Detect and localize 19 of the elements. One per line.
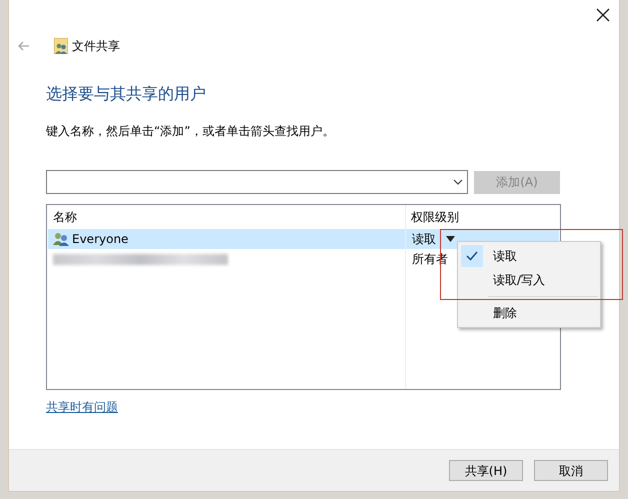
instruction-text: 键入名称，然后单击“添加”，或者单击箭头查找用户。 bbox=[46, 123, 336, 140]
users-icon bbox=[54, 38, 68, 54]
users-icon bbox=[53, 232, 69, 246]
dropdown-arrow-icon[interactable] bbox=[446, 236, 455, 242]
user-name: Everyone bbox=[72, 231, 128, 248]
chevron-down-icon[interactable] bbox=[453, 179, 463, 185]
user-combo-box[interactable] bbox=[46, 170, 468, 194]
permission-text: 读取 bbox=[412, 231, 436, 248]
menu-item[interactable]: 删除 bbox=[458, 301, 600, 325]
close-icon[interactable] bbox=[596, 8, 610, 22]
heading: 选择要与其共享的用户 bbox=[46, 83, 207, 105]
column-header: 名称 bbox=[52, 209, 78, 226]
menu-item[interactable]: 读取/写入 bbox=[458, 268, 600, 292]
dialog-button[interactable]: 取消 bbox=[534, 460, 608, 481]
help-link[interactable]: 共享时有问题 bbox=[46, 398, 118, 416]
user-row[interactable]: Everyone 读取 bbox=[48, 229, 559, 249]
window-title: 文件共享 bbox=[72, 38, 120, 55]
column-header: 权限级别 bbox=[410, 209, 459, 226]
dialog-button[interactable]: 共享(H) bbox=[449, 460, 523, 481]
